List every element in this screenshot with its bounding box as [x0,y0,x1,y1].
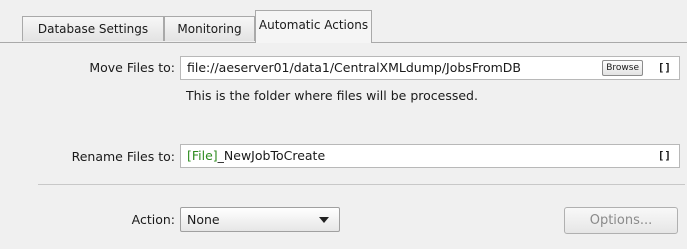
tab-bar: Database Settings Monitoring Automatic A… [0,0,687,44]
tab-database-settings[interactable]: Database Settings [22,16,164,41]
action-selected-value: None [187,212,220,227]
move-files-variable-button[interactable]: [] [658,57,671,79]
move-files-path: file://aeserver01/data1/CentralXMLdump/J… [187,60,521,75]
action-select[interactable]: None [180,207,340,232]
tab-monitoring[interactable]: Monitoring [164,16,255,41]
rename-files-token: [File] [187,148,218,163]
move-files-hint: This is the folder where files will be p… [186,88,478,103]
browse-button[interactable]: Browse [602,60,643,76]
rename-files-value: _NewJobToCreate [217,148,326,163]
action-label: Action: [131,212,175,227]
move-files-field[interactable]: file://aeserver01/data1/CentralXMLdump/J… [180,56,680,80]
move-files-label: Move Files to: [89,60,175,75]
chevron-down-icon [319,217,329,223]
rename-files-field[interactable]: [File]_NewJobToCreate [] [180,144,680,168]
section-divider [38,184,685,185]
tab-automatic-actions[interactable]: Automatic Actions [255,10,372,43]
rename-files-label: Rename Files to: [71,149,175,164]
rename-files-variable-button[interactable]: [] [658,145,671,167]
options-button[interactable]: Options... [564,207,678,234]
